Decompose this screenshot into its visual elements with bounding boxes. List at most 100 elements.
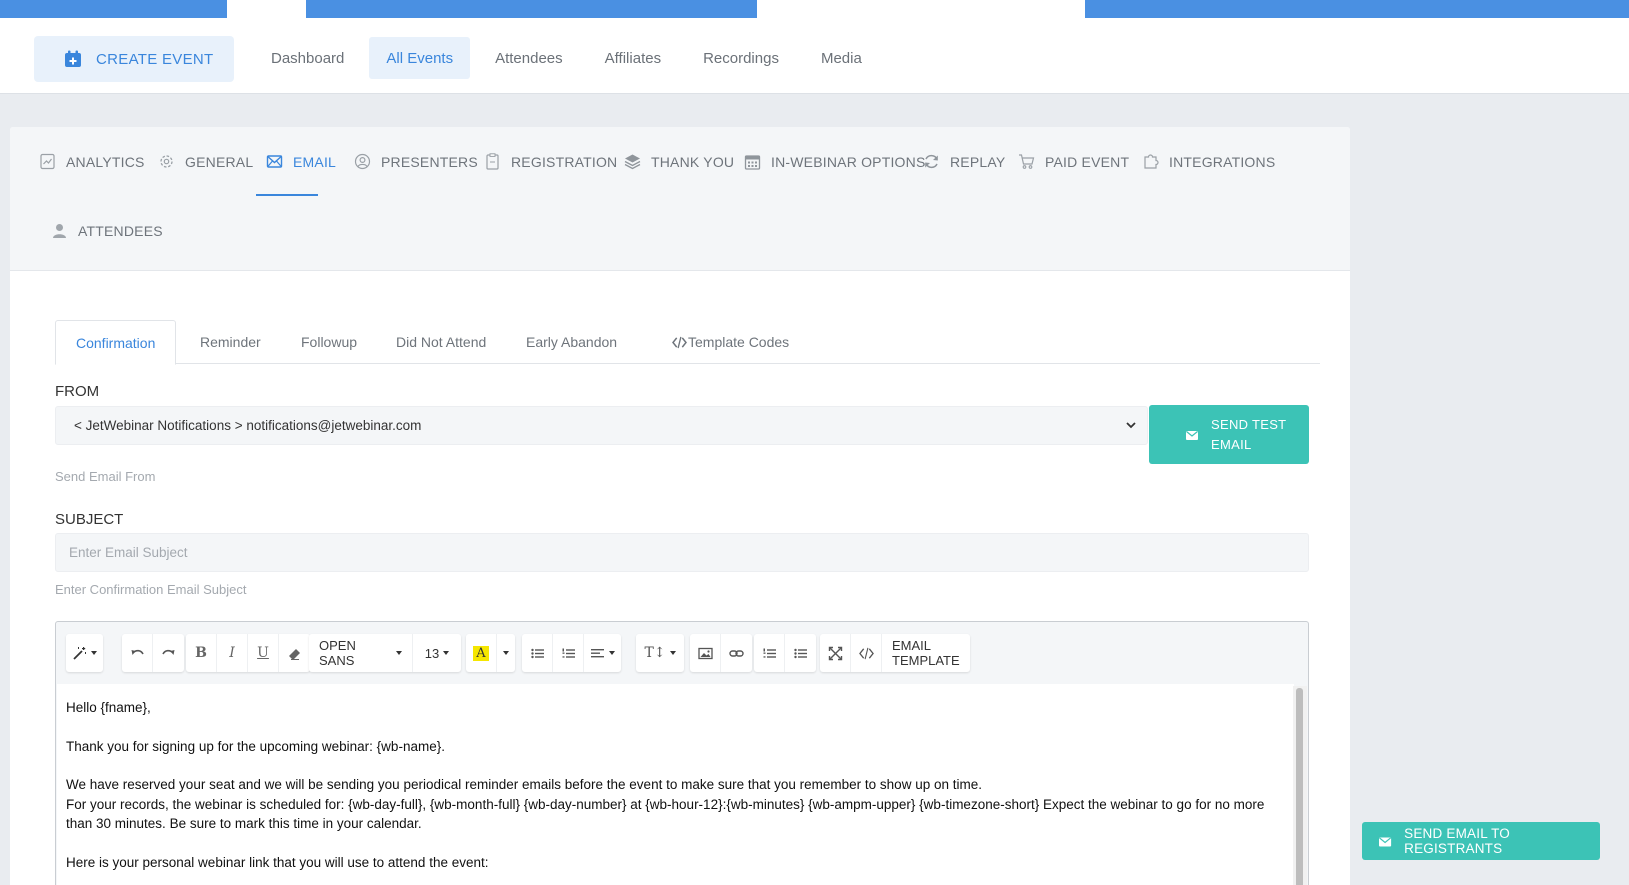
unordered-list-icon bbox=[794, 648, 807, 658]
line-height-icon: T↕ bbox=[644, 645, 666, 661]
tab-paid-event[interactable]: PAID EVENT bbox=[1018, 153, 1129, 170]
undo-icon bbox=[131, 649, 144, 655]
envelope-icon bbox=[1379, 836, 1392, 847]
font-family-select[interactable]: OPEN SANS bbox=[309, 634, 413, 672]
toolbar-group-indent bbox=[754, 634, 816, 672]
toolbar-group-format: B I U bbox=[186, 634, 310, 672]
tab-attendees[interactable]: ATTENDEES bbox=[51, 222, 163, 239]
subject-input[interactable] bbox=[55, 533, 1309, 572]
send-test-email-label: SEND TEST EMAIL bbox=[1211, 416, 1287, 452]
subject-hint: Enter Confirmation Email Subject bbox=[55, 582, 247, 597]
toolbar-group-color: A bbox=[466, 634, 515, 672]
undo-button[interactable] bbox=[122, 634, 153, 672]
from-label: FROM bbox=[55, 383, 100, 400]
link-icon bbox=[729, 649, 744, 657]
from-hint: Send Email From bbox=[55, 469, 156, 484]
tab-label: PAID EVENT bbox=[1045, 153, 1130, 170]
email-body-editor: B I U OPEN SANS 13 A T↕ EMAIL TEMPLATE H… bbox=[55, 621, 1309, 885]
email-template-button[interactable]: EMAIL TEMPLATE bbox=[882, 634, 970, 672]
tab-confirmation[interactable]: Confirmation bbox=[55, 320, 177, 365]
nav-item-recordings[interactable]: Recordings bbox=[686, 37, 796, 79]
tab-label: Template Codes bbox=[688, 334, 790, 350]
gear-icon bbox=[160, 155, 173, 168]
body-line: Thank you for signing up for the upcomin… bbox=[66, 738, 445, 754]
ordered-list-button[interactable] bbox=[754, 634, 785, 672]
send-test-email-button[interactable]: SEND TEST EMAIL bbox=[1149, 405, 1309, 464]
event-tabs-bar bbox=[10, 127, 1350, 271]
tab-integrations[interactable]: INTEGRATIONS bbox=[1142, 153, 1275, 170]
tab-early-abandon[interactable]: Early Abandon bbox=[506, 320, 637, 364]
tab-did-not-attend[interactable]: Did Not Attend bbox=[376, 320, 506, 364]
bullet-list-button[interactable] bbox=[522, 634, 553, 672]
magic-wand-icon bbox=[73, 646, 86, 660]
ordered-list-icon bbox=[763, 648, 776, 658]
tab-general[interactable]: GENERAL bbox=[158, 153, 253, 170]
nav-item-media[interactable]: Media bbox=[804, 37, 879, 79]
email-type-tabs: Confirmation Reminder Followup Did Not A… bbox=[55, 320, 1320, 365]
fullscreen-button[interactable] bbox=[820, 634, 851, 672]
insert-link-button[interactable] bbox=[721, 634, 752, 672]
editor-content[interactable]: Hello {fname}, Thank you for signing up … bbox=[57, 684, 1294, 885]
tab-label: GENERAL bbox=[185, 153, 254, 170]
tab-analytics[interactable]: ANALYTICS bbox=[39, 153, 145, 170]
calendar-icon bbox=[744, 155, 761, 170]
unordered-list-button[interactable] bbox=[785, 634, 816, 672]
user-circle-icon bbox=[354, 153, 371, 170]
tab-replay[interactable]: REPLAY bbox=[923, 153, 1005, 170]
font-size-select[interactable]: 13 bbox=[413, 634, 461, 672]
eraser-icon bbox=[289, 648, 300, 660]
editor-scrollbar[interactable] bbox=[1293, 686, 1307, 885]
tab-label: IN-WEBINAR OPTIONS bbox=[771, 153, 926, 170]
send-email-to-registrants-button[interactable]: SEND EMAIL TO REGISTRANTS bbox=[1362, 822, 1600, 860]
numbered-list-button[interactable] bbox=[553, 634, 584, 672]
toolbar-group-lists bbox=[522, 634, 621, 672]
tab-thank-you[interactable]: THANK YOU bbox=[624, 153, 734, 170]
scrollbar-thumb[interactable] bbox=[1296, 688, 1303, 885]
tab-followup[interactable]: Followup bbox=[281, 320, 377, 364]
code-icon bbox=[858, 647, 874, 659]
redo-button[interactable] bbox=[153, 634, 184, 672]
magic-style-button[interactable] bbox=[66, 634, 103, 672]
color-dropdown-button[interactable] bbox=[497, 634, 515, 672]
create-event-button[interactable]: CREATE EVENT bbox=[34, 36, 234, 82]
body-line: Hello {fname}, bbox=[66, 700, 151, 715]
highlight-icon: A bbox=[473, 645, 489, 661]
tab-registration[interactable]: REGISTRATION bbox=[484, 153, 617, 170]
clipboard-icon bbox=[486, 153, 499, 170]
tab-email[interactable]: EMAIL bbox=[266, 153, 336, 170]
tab-in-webinar-options[interactable]: IN-WEBINAR OPTIONS bbox=[744, 153, 926, 170]
tab-reminder[interactable]: Reminder bbox=[180, 320, 281, 364]
puzzle-icon bbox=[1144, 154, 1159, 169]
chevron-down-icon bbox=[1126, 422, 1136, 429]
nav-item-dashboard[interactable]: Dashboard bbox=[254, 37, 361, 79]
tab-presenters[interactable]: PRESENTERS bbox=[354, 153, 478, 170]
tab-label: ANALYTICS bbox=[66, 153, 145, 170]
body-blank-line bbox=[66, 756, 1285, 775]
analytics-icon bbox=[40, 153, 55, 170]
nav-item-all-events[interactable]: All Events bbox=[369, 37, 471, 79]
bold-button[interactable]: B bbox=[186, 634, 217, 672]
insert-image-button[interactable] bbox=[690, 634, 721, 672]
underline-button[interactable]: U bbox=[248, 634, 279, 672]
layers-icon bbox=[624, 154, 641, 170]
body-line: Here is your personal webinar link that … bbox=[66, 854, 489, 870]
highlight-color-button[interactable]: A bbox=[466, 634, 497, 672]
clear-format-button[interactable] bbox=[279, 634, 310, 672]
code-view-button[interactable] bbox=[851, 634, 882, 672]
line-height-button[interactable]: T↕ bbox=[636, 634, 684, 672]
bold-icon: B bbox=[195, 645, 207, 661]
top-header: CREATE EVENT Dashboard All Events Attend… bbox=[0, 18, 1629, 94]
align-button[interactable] bbox=[584, 634, 621, 672]
toolbar-group-style bbox=[66, 634, 103, 672]
nav-item-attendees[interactable]: Attendees bbox=[478, 37, 580, 79]
tab-template-codes[interactable]: Template Codes bbox=[652, 320, 809, 364]
italic-button[interactable]: I bbox=[217, 634, 248, 672]
strip-segment bbox=[0, 0, 227, 18]
body-line: We have reserved your seat and we will b… bbox=[66, 777, 982, 792]
nav-item-affiliates[interactable]: Affiliates bbox=[588, 37, 678, 79]
strip-segment bbox=[306, 0, 757, 18]
tab-label: PRESENTERS bbox=[381, 153, 478, 170]
from-select[interactable]: < JetWebinar Notifications > notificatio… bbox=[55, 406, 1148, 445]
from-select-value: < JetWebinar Notifications > notificatio… bbox=[74, 418, 422, 433]
code-icon bbox=[672, 336, 687, 348]
